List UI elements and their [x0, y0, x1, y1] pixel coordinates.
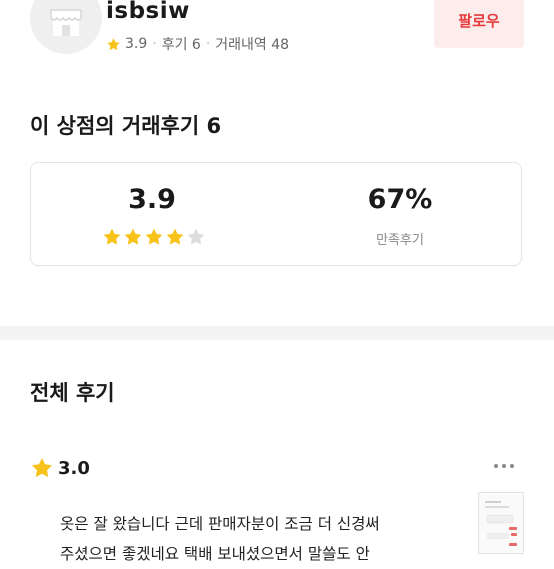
- review-text-line: 옷은 잘 왔습니다 근데 판매자분이 조금 더 신경써: [60, 515, 380, 533]
- review-photo-thumbnail[interactable]: [478, 492, 524, 554]
- shop-review-count[interactable]: 후기 6: [162, 34, 201, 54]
- chat-screenshot-image: [485, 501, 517, 546]
- separator-dot: ·: [205, 36, 211, 52]
- star-icon: [103, 228, 121, 245]
- shop-name[interactable]: isbsiw: [106, 0, 190, 24]
- storefront-icon: [50, 9, 82, 36]
- star-icon: [107, 37, 120, 50]
- all-reviews-title: 전체 후기: [30, 381, 115, 405]
- follow-button[interactable]: 팔로우: [434, 0, 524, 48]
- review-text: 옷은 잘 왔습니다 근데 판매자분이 조금 더 신경써 주셨으면 좋겠네요 택배…: [60, 509, 470, 569]
- shop-rating: 3.9: [125, 36, 148, 52]
- average-rating: 3.9: [128, 184, 176, 215]
- summary-title: 이 상점의 거래후기 6: [30, 114, 222, 138]
- section-divider: [0, 326, 554, 340]
- star-empty-icon: [187, 228, 205, 245]
- satisfaction-label: 만족후기: [376, 233, 424, 248]
- star-icon: [166, 228, 184, 245]
- star-icon: [32, 458, 52, 478]
- more-options-icon[interactable]: [494, 464, 514, 468]
- star-icon: [145, 228, 163, 245]
- review-rating-value: 3.0: [58, 457, 90, 479]
- separator-dot: ·: [152, 36, 157, 52]
- star-icon: [124, 228, 142, 245]
- review-rating: 3.0: [30, 456, 90, 480]
- review-text-line: 주셨으면 좋겠네요 택배 보내셨으면서 말쓸도 안: [60, 545, 370, 563]
- average-stars: [102, 227, 206, 247]
- shop-meta: 3.9 · 후기 6 · 거래내역 48: [106, 34, 289, 54]
- shop-trade-count[interactable]: 거래내역 48: [215, 34, 289, 54]
- satisfaction-percent: 67%: [367, 184, 433, 215]
- shop-avatar[interactable]: [30, 0, 102, 54]
